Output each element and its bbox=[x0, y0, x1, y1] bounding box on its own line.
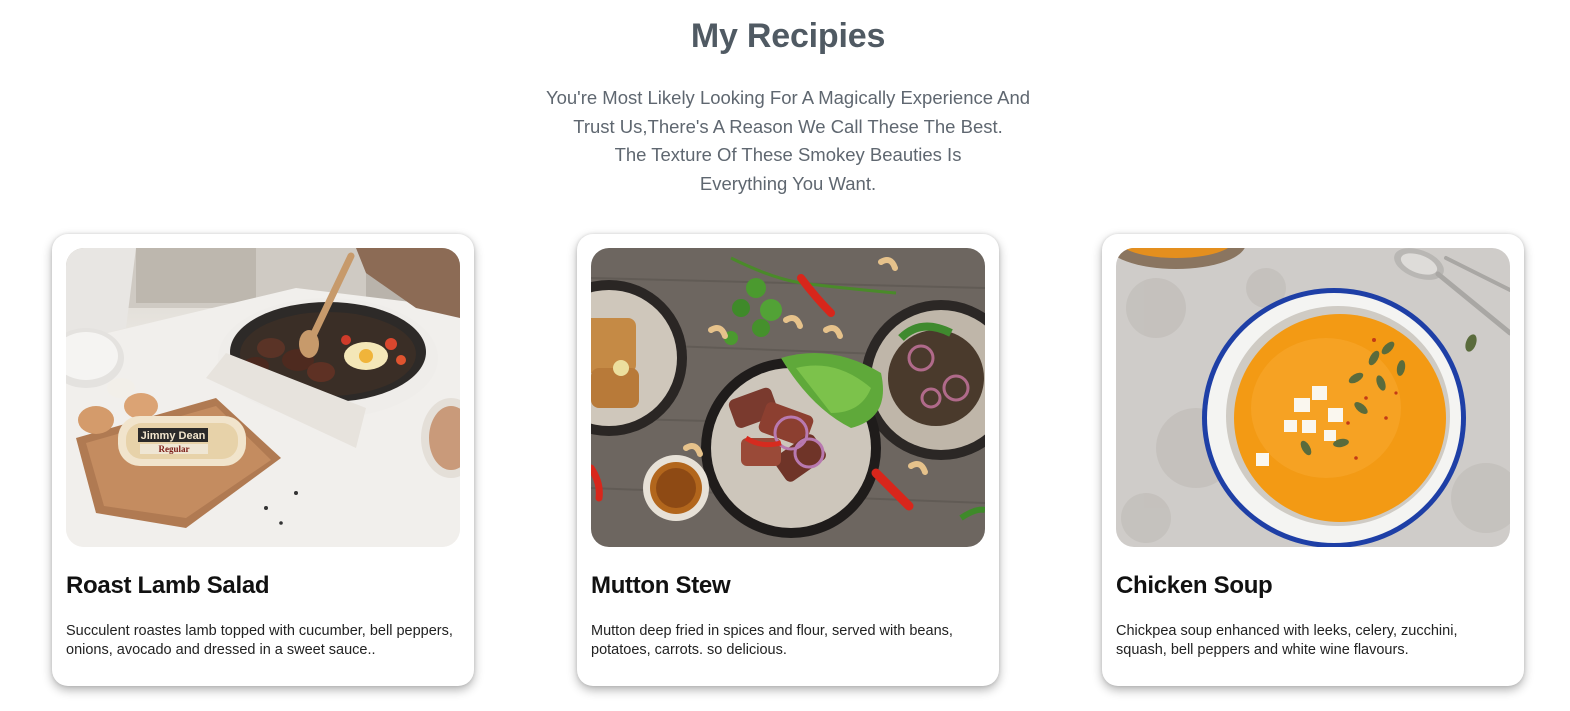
intro-line: Trust Us,There's A Reason We Call These … bbox=[573, 115, 1003, 137]
recipe-description: Chickpea soup enhanced with leeks, celer… bbox=[1116, 623, 1458, 658]
intro-line: Everything You Want. bbox=[699, 172, 877, 194]
recipe-image-mutton-stew[interactable] bbox=[591, 248, 985, 547]
recipe-title[interactable]: Chicken Soup bbox=[1116, 572, 1273, 600]
page-title: My Recipies bbox=[690, 17, 886, 55]
intro-line: The Texture Of These Smokey Beauties Is bbox=[614, 144, 962, 165]
recipe-card-chicken-soup[interactable]: Chicken Soup Chickpea soup enhanced with… bbox=[1102, 234, 1524, 686]
recipe-description: Mutton deep fried in spices and flour, s… bbox=[591, 623, 953, 658]
mutton-stew-photo bbox=[591, 248, 985, 547]
roast-lamb-salad-photo: Jimmy Dean Regular bbox=[66, 248, 460, 547]
recipe-card-roast-lamb-salad[interactable]: Jimmy Dean Regular Roast Lamb Salad Succ… bbox=[52, 234, 474, 686]
intro-line: You're Most Likely Looking For A Magical… bbox=[545, 87, 1031, 108]
intro-text: You're Most Likely Looking For A Magical… bbox=[0, 84, 1570, 198]
recipe-image-roast-lamb-salad[interactable]: Jimmy Dean Regular bbox=[66, 248, 460, 547]
package-brand-text: Jimmy Dean bbox=[141, 430, 206, 442]
chicken-soup-photo bbox=[1116, 248, 1510, 547]
recipe-title[interactable]: Roast Lamb Salad bbox=[66, 572, 270, 600]
recipe-title[interactable]: Mutton Stew bbox=[591, 572, 731, 600]
package-sublabel-text: Regular bbox=[159, 444, 190, 454]
recipe-image-chicken-soup[interactable] bbox=[1116, 248, 1510, 547]
recipe-card-mutton-stew[interactable]: Mutton Stew Mutton deep fried in spices … bbox=[577, 234, 999, 686]
recipe-description: Succulent roastes lamb topped with cucum… bbox=[66, 623, 453, 658]
